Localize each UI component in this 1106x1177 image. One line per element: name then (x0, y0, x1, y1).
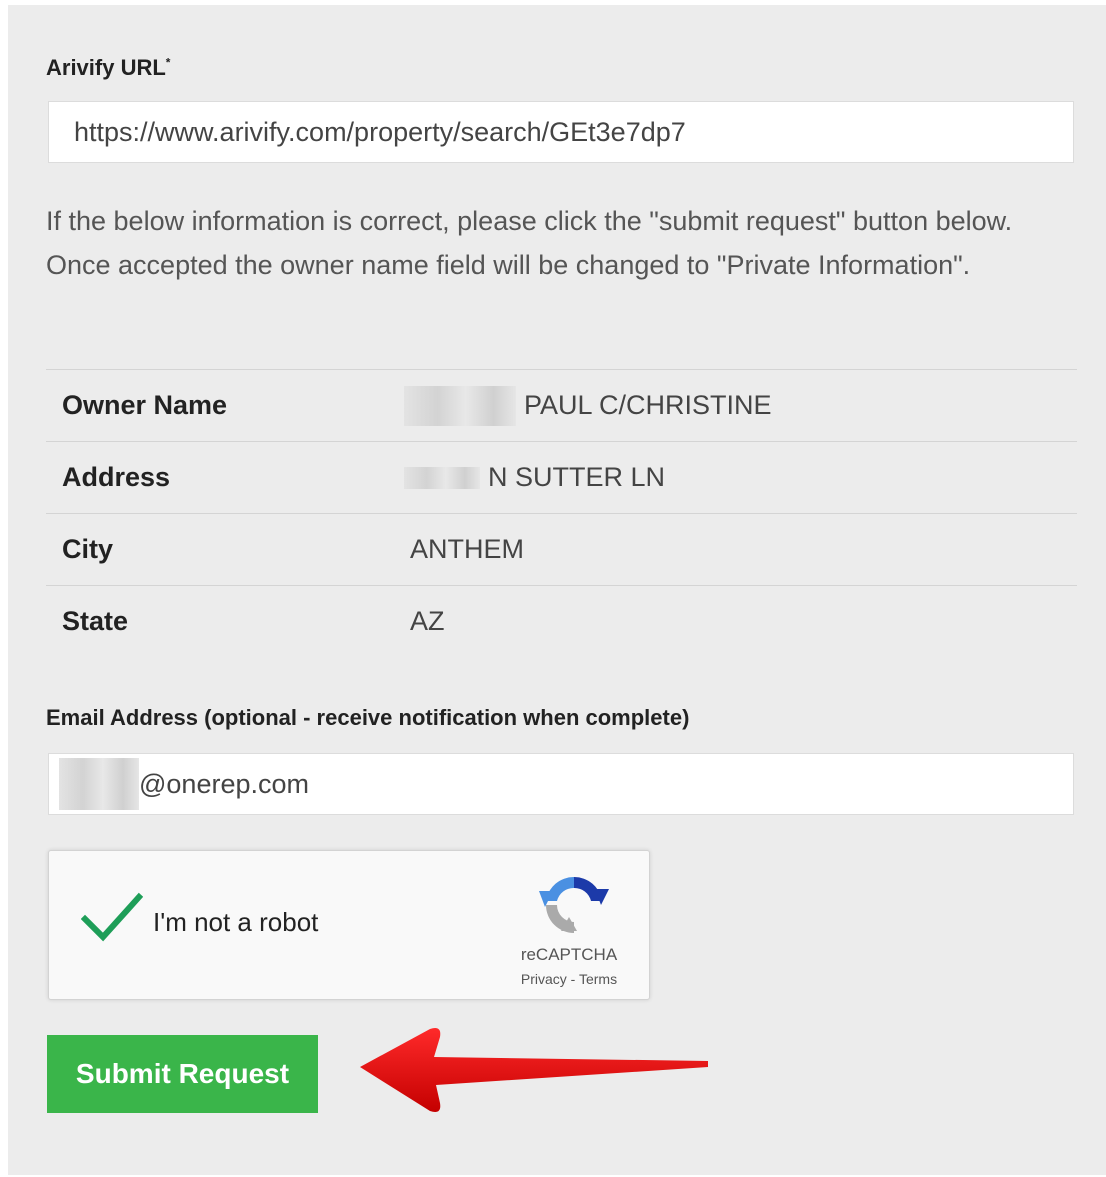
email-field[interactable]: @onerep.com (48, 753, 1074, 815)
address-value: N SUTTER LN (404, 462, 665, 493)
recaptcha-brand: reCAPTCHA (520, 945, 618, 964)
url-field-value: https://www.arivify.com/property/search/… (74, 116, 686, 147)
redacted-block (404, 385, 516, 426)
red-arrow-icon (360, 1028, 708, 1112)
city-label: City (62, 534, 114, 564)
table-row-address: Address N SUTTER LN (46, 441, 1077, 513)
state-text: AZ (410, 606, 445, 636)
recaptcha-widget: I'm not a robot reCAPTCHA Privacy - Term… (48, 850, 650, 1000)
owner-name-label: Owner Name (62, 390, 228, 420)
city-text: ANTHEM (410, 534, 524, 564)
url-label: Arivify URL* (46, 55, 170, 81)
email-field-value: @onerep.com (139, 768, 309, 799)
address-text: N SUTTER LN (488, 462, 666, 492)
terms-link[interactable]: Terms (579, 971, 617, 987)
redacted-block (59, 758, 139, 810)
privacy-link[interactable]: Privacy (521, 971, 567, 987)
submit-request-button[interactable]: Submit Request (47, 1035, 318, 1113)
intro-text: If the below information is correct, ple… (46, 206, 1013, 280)
redacted-block (404, 466, 480, 489)
table-row-city: City ANTHEM (46, 513, 1077, 585)
recaptcha-logo-icon (539, 876, 609, 933)
request-form-panel: Arivify URL* https://www.arivify.com/pro… (8, 5, 1106, 1175)
state-value: AZ (404, 606, 445, 637)
address-label: Address (62, 462, 171, 492)
captcha-label: I'm not a robot (153, 907, 319, 937)
table-row-state: State AZ (46, 585, 1077, 657)
checkmark-icon[interactable] (81, 891, 143, 943)
link-separator: - (566, 971, 579, 987)
state-label: State (62, 606, 129, 636)
property-info-table: Owner Name PAUL C/CHRISTINE Address N SU… (46, 369, 1077, 657)
owner-name-text: PAUL C/CHRISTINE (524, 390, 772, 420)
city-value: ANTHEM (404, 534, 524, 565)
required-mark: * (165, 55, 171, 70)
email-label: Email Address (optional - receive notifi… (46, 705, 690, 730)
recaptcha-links: Privacy - Terms (489, 971, 649, 987)
url-label-text: Arivify URL (46, 55, 166, 80)
owner-name-value: PAUL C/CHRISTINE (404, 385, 772, 426)
url-field[interactable]: https://www.arivify.com/property/search/… (48, 101, 1074, 163)
table-row-owner-name: Owner Name PAUL C/CHRISTINE (46, 369, 1077, 441)
